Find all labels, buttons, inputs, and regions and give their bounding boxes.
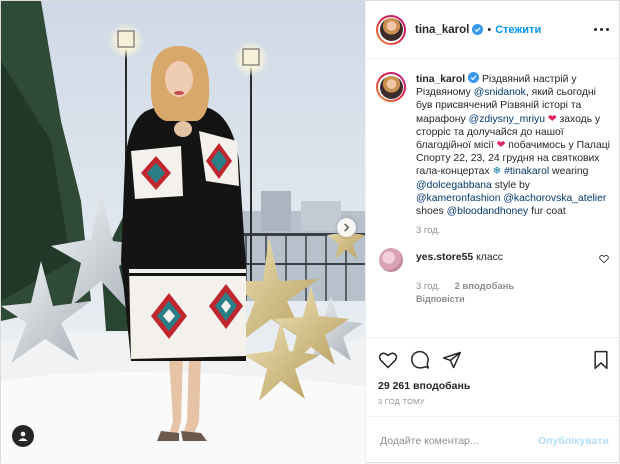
verified-icon — [472, 24, 484, 35]
post-photo[interactable] — [1, 1, 365, 464]
reply-button[interactable]: Відповісти — [416, 294, 611, 304]
instagram-post: tina_karol • Стежити tina_karol Різдвяни… — [0, 0, 620, 464]
post-side-panel: tina_karol • Стежити tina_karol Різдвяни… — [365, 1, 620, 464]
separator-dot: • — [487, 23, 492, 36]
comment-meta: 3 год. 2 вподобань — [416, 281, 611, 292]
mention-link[interactable]: @snidanok — [474, 87, 526, 98]
heart-emoji: ❤ — [547, 113, 557, 125]
comment-text: yes.store55 класс — [416, 248, 503, 263]
caption-avatar[interactable] — [376, 72, 406, 102]
mention-link[interactable]: @kameronfashion — [416, 193, 500, 204]
caption-text: tina_karol Різдвяний настрій у Різдвяном… — [416, 72, 611, 218]
heart-icon[interactable] — [599, 254, 609, 264]
caption-fragment: shoes — [416, 206, 447, 218]
likes-count[interactable]: 29 261 вподобань — [378, 380, 611, 392]
commenter-username[interactable]: yes.store55 — [416, 252, 473, 263]
comment-input[interactable] — [380, 434, 538, 447]
share-icon[interactable] — [442, 350, 462, 370]
snowflake-emoji: ❄ — [492, 166, 502, 178]
mention-link[interactable]: @kachorovska_atelier — [503, 193, 606, 204]
tagged-users-button[interactable] — [12, 425, 34, 447]
add-comment-bar: Опублікувати — [366, 416, 620, 464]
post-header: tina_karol • Стежити — [366, 1, 620, 59]
caption-fragment: fur coat — [528, 206, 566, 218]
comment-item: yes.store55 класс — [376, 248, 611, 273]
post-image — [1, 1, 365, 464]
next-photo-button[interactable] — [337, 218, 356, 237]
action-icons — [378, 349, 611, 371]
comments-section: tina_karol Різдвяний настрій у Різдвяном… — [366, 60, 620, 336]
comment-body: класс — [476, 252, 503, 264]
user-icon — [18, 431, 28, 441]
author-username[interactable]: tina_karol — [415, 24, 469, 36]
comment-time: 3 год. — [416, 281, 441, 293]
publish-button[interactable]: Опублікувати — [538, 435, 609, 447]
caption-fragment: wearing — [549, 166, 589, 178]
commenter-avatar[interactable] — [379, 248, 403, 273]
verified-icon — [468, 72, 480, 83]
like-heart-icon[interactable] — [378, 350, 398, 370]
caption-fragment: style by — [491, 179, 530, 191]
bookmark-icon[interactable] — [591, 350, 611, 370]
author-avatar[interactable] — [376, 14, 406, 45]
more-options-icon[interactable] — [594, 28, 609, 31]
caption-username[interactable]: tina_karol — [416, 74, 465, 85]
mention-link[interactable]: @zdiysny_mriyu — [469, 114, 545, 125]
comment-likes[interactable]: 2 вподобань — [454, 281, 514, 292]
mention-link[interactable]: @bloodandhoney — [447, 206, 529, 217]
post-actions: 29 261 вподобань 3 ГОД ТОМУ — [366, 337, 620, 406]
follow-button[interactable]: Стежити — [495, 24, 541, 36]
post-time: 3 ГОД ТОМУ — [378, 397, 425, 406]
hashtag-link[interactable]: #tinakarol — [504, 166, 549, 177]
comment-bubble-icon[interactable] — [410, 350, 430, 370]
chevron-right-icon — [344, 223, 350, 232]
caption-time: 3 год. — [416, 225, 441, 237]
caption: tina_karol Різдвяний настрій у Різдвяном… — [376, 72, 611, 218]
mention-link[interactable]: @dolcegabbana — [416, 180, 492, 191]
